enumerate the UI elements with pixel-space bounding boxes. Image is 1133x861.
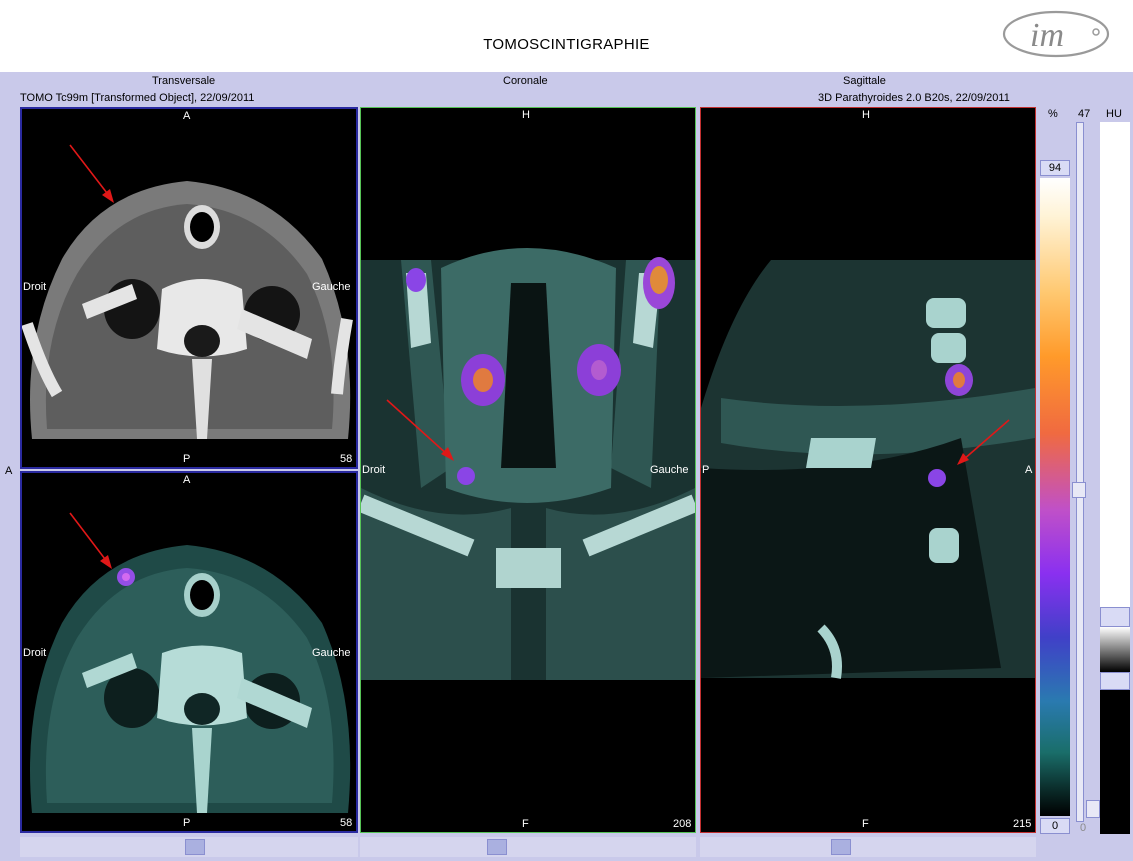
orientation-left: Droit	[362, 464, 386, 476]
scrollbar-thumb[interactable]	[831, 839, 851, 855]
orientation-bottom: F	[522, 818, 529, 830]
orientation-right: Gauche	[312, 647, 351, 659]
ct-level-slider-track[interactable]	[1076, 122, 1084, 822]
orientation-top: H	[522, 109, 530, 121]
orientation-right: A	[1025, 464, 1033, 476]
transverse-label: Transversale	[152, 75, 216, 87]
colorbar-unit: %	[1048, 108, 1058, 120]
slice-number: 215	[1013, 818, 1032, 830]
ct-level-slider-min-handle[interactable]	[1086, 800, 1100, 818]
coronal-viewport[interactable]: H F Droit Gauche 208	[360, 107, 696, 833]
transverse-ct-image	[22, 144, 353, 439]
orientation-right: Gauche	[312, 281, 351, 293]
transverse-info: TOMO Tc99m [Transformed Object], 22/09/2…	[20, 92, 255, 104]
orientation-top: A	[183, 110, 191, 122]
coronal-label: Coronale	[503, 75, 548, 87]
scrollbar-thumb[interactable]	[487, 839, 507, 855]
pet-colorbar	[1040, 178, 1070, 816]
coronal-slice-scrollbar[interactable]	[360, 837, 696, 857]
ct-level-value: 47	[1078, 108, 1091, 120]
orientation-top: H	[862, 109, 870, 121]
slice-number: 58	[340, 453, 353, 465]
ct-grayscale-bar	[1100, 122, 1130, 834]
orientation-left: P	[702, 464, 710, 476]
ct-window-below	[1100, 690, 1130, 834]
orientation-right: Gauche	[650, 464, 689, 476]
orientation-bottom: F	[862, 818, 869, 830]
orientation-bottom: P	[183, 817, 191, 829]
ct-window-min-value: 0	[1080, 822, 1087, 834]
ct-window-upper-handle[interactable]	[1100, 607, 1130, 627]
transverse-fused-viewport[interactable]: A P Droit Gauche 58	[20, 471, 358, 833]
colorbar-max-field[interactable]: 94	[1040, 160, 1070, 176]
sagittal-fused-image	[701, 260, 1035, 679]
ct-level-slider-handle[interactable]	[1072, 482, 1086, 498]
side-orientation-marker: A	[5, 465, 13, 477]
scrollbar-thumb[interactable]	[185, 839, 205, 855]
slice-number: 58	[340, 817, 353, 829]
sagittal-slice-scrollbar[interactable]	[700, 837, 1036, 857]
transverse-slice-scrollbar[interactable]	[20, 837, 358, 857]
ct-window-unit: HU	[1106, 108, 1122, 120]
orientation-bottom: P	[183, 453, 191, 465]
sagittal-viewport[interactable]: H F P A 215	[700, 107, 1036, 833]
slice-number: 208	[673, 818, 692, 830]
transverse-ct-viewport[interactable]: A P Droit Gauche 58	[20, 107, 358, 469]
sagittal-info: 3D Parathyroides 2.0 B20s, 22/09/2011	[818, 92, 1010, 104]
orientation-left: Droit	[23, 281, 47, 293]
coronal-fused-image	[361, 248, 695, 680]
logo-text: im	[1030, 17, 1064, 54]
transverse-fused-image	[30, 512, 351, 813]
page-title: TOMOSCINTIGRAPHIE	[483, 36, 650, 53]
orientation-top: A	[183, 474, 191, 486]
ct-window-lower-handle[interactable]	[1100, 672, 1130, 690]
orientation-left: Droit	[23, 647, 47, 659]
colorbar-min-field[interactable]: 0	[1040, 818, 1070, 834]
ct-window-gradient	[1100, 627, 1130, 672]
im-logo: im	[1000, 6, 1112, 62]
sagittal-label: Sagittale	[843, 75, 886, 87]
